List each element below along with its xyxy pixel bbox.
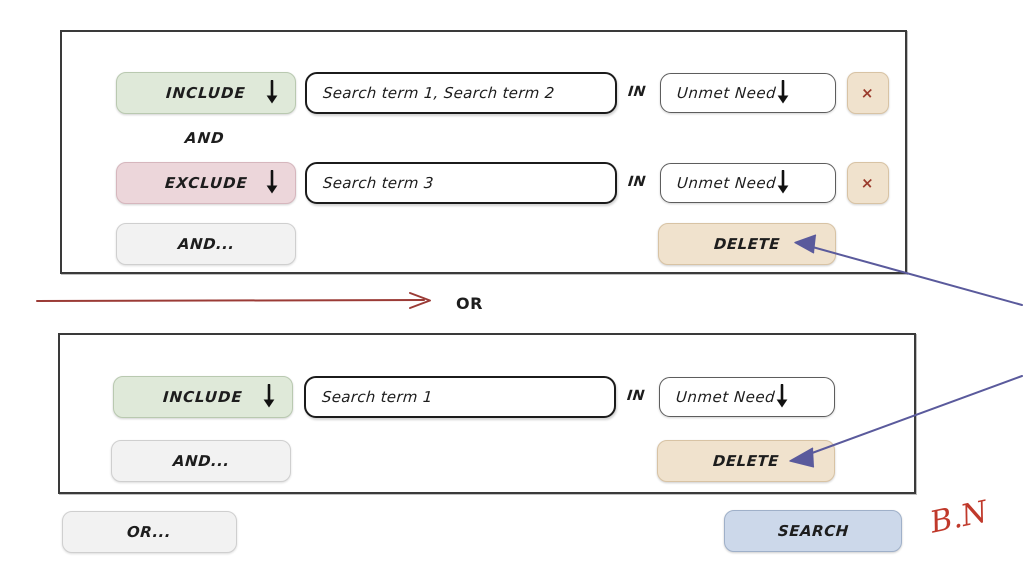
search-terms-input-group2-row1[interactable]: Search term 1: [304, 376, 616, 418]
add-condition-label: AND...: [177, 235, 235, 253]
operator-select-label: INCLUDE: [165, 84, 247, 102]
field-select-label: Unmet Need: [676, 174, 777, 192]
search-terms-input-row2[interactable]: Search term 3: [305, 162, 617, 204]
or-callout-arrow: [36, 292, 431, 309]
delete-group-button-group1[interactable]: DELETE: [658, 223, 836, 265]
field-select-label: Unmet Need: [676, 84, 777, 102]
search-button[interactable]: SEARCH: [724, 510, 902, 552]
operator-select-exclude-row2[interactable]: EXCLUDE: [116, 162, 296, 204]
operator-select-label: INCLUDE: [162, 388, 244, 406]
search-terms-value: Search term 1: [321, 388, 434, 406]
remove-condition-button-row2[interactable]: ×: [847, 162, 889, 204]
search-terms-value: Search term 1, Search term 2: [322, 84, 556, 102]
field-select-row1[interactable]: Unmet Need: [660, 73, 836, 113]
in-label-row1: IN: [627, 84, 647, 100]
search-terms-input-row1[interactable]: Search term 1, Search term 2: [305, 72, 617, 114]
search-terms-value: Search term 3: [322, 174, 435, 192]
row-connector-label: AND: [184, 129, 226, 147]
add-condition-label: AND...: [172, 452, 230, 470]
query-group-1: INCLUDE Search term 1, Search term 2 IN …: [60, 30, 907, 274]
add-group-button[interactable]: OR...: [62, 511, 237, 553]
field-select-row2[interactable]: Unmet Need: [660, 163, 836, 203]
delete-group-label: DELETE: [712, 452, 780, 470]
add-condition-button-group1[interactable]: AND...: [116, 223, 296, 265]
search-button-label: SEARCH: [776, 522, 850, 540]
chevron-down-icon: [265, 170, 279, 196]
wireframe-canvas: INCLUDE Search term 1, Search term 2 IN …: [0, 0, 1024, 576]
operator-select-include-row1[interactable]: INCLUDE: [116, 72, 296, 114]
in-label-group2-row1: IN: [626, 388, 646, 404]
author-initials-annotation: B.N: [926, 494, 991, 541]
add-condition-button-group2[interactable]: AND...: [111, 440, 291, 482]
close-icon: ×: [860, 174, 876, 192]
chevron-down-icon: [262, 384, 276, 410]
field-select-label: Unmet Need: [675, 388, 776, 406]
query-group-2: INCLUDE Search term 1 IN Unmet Need AND.…: [58, 333, 916, 494]
field-select-group2-row1[interactable]: Unmet Need: [659, 377, 835, 417]
chevron-down-icon: [265, 80, 279, 106]
chevron-down-icon: [776, 80, 790, 106]
group-connector-label: OR: [456, 294, 483, 313]
remove-condition-button-row1[interactable]: ×: [847, 72, 889, 114]
delete-group-label: DELETE: [713, 235, 781, 253]
delete-group-button-group2[interactable]: DELETE: [657, 440, 835, 482]
chevron-down-icon: [775, 384, 789, 410]
close-icon: ×: [860, 84, 876, 102]
operator-select-include-group2-row1[interactable]: INCLUDE: [113, 376, 293, 418]
in-label-row2: IN: [627, 174, 647, 190]
add-group-label: OR...: [126, 523, 173, 541]
chevron-down-icon: [776, 170, 790, 196]
operator-select-label: EXCLUDE: [163, 174, 249, 192]
